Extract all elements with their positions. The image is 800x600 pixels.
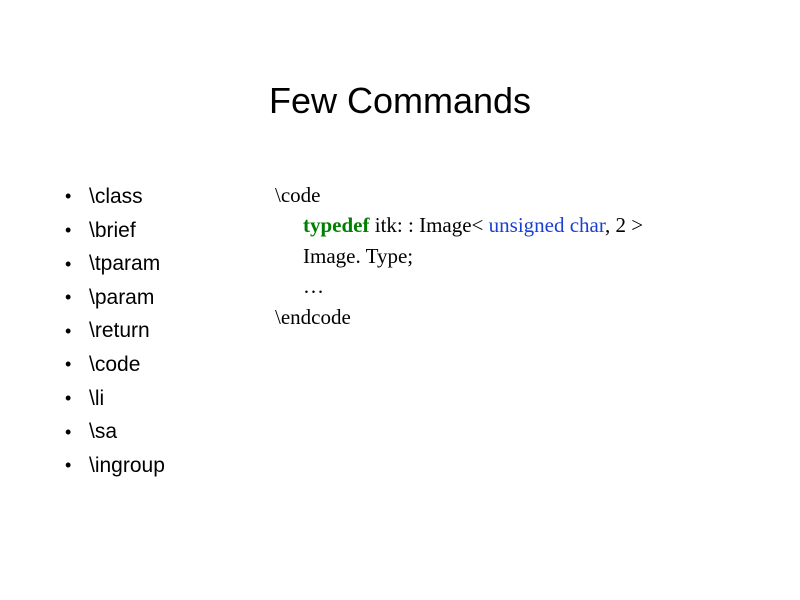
bullet-icon: •	[65, 451, 89, 480]
list-item: • \li	[65, 382, 275, 416]
list-item: • \class	[65, 180, 275, 214]
command-text: \brief	[89, 214, 136, 248]
code-line: Image. Type;	[275, 241, 643, 271]
list-item: • \tparam	[65, 247, 275, 281]
command-text: \sa	[89, 415, 117, 449]
command-text: \class	[89, 180, 143, 214]
list-item: • \code	[65, 348, 275, 382]
bullet-icon: •	[65, 283, 89, 312]
bullet-icon: •	[65, 250, 89, 279]
command-text: \li	[89, 382, 104, 416]
code-text: , 2 >	[605, 213, 643, 237]
bullet-icon: •	[65, 216, 89, 245]
command-text: \tparam	[89, 247, 160, 281]
command-text: \code	[89, 348, 140, 382]
command-text: \return	[89, 314, 150, 348]
bullet-icon: •	[65, 350, 89, 379]
list-item: • \sa	[65, 415, 275, 449]
code-line: typedef itk: : Image< unsigned char, 2 >	[275, 210, 643, 240]
list-item: • \param	[65, 281, 275, 315]
slide-title: Few Commands	[0, 80, 800, 122]
slide-content: • \class • \brief • \tparam • \param • \…	[65, 180, 643, 482]
list-item: • \ingroup	[65, 449, 275, 483]
code-open: \code	[275, 180, 643, 210]
list-item: • \brief	[65, 214, 275, 248]
list-item: • \return	[65, 314, 275, 348]
keyword-type: unsigned char	[489, 213, 605, 237]
command-text: \param	[89, 281, 154, 315]
code-text: itk: : Image<	[370, 213, 489, 237]
bullet-icon: •	[65, 182, 89, 211]
bullet-icon: •	[65, 317, 89, 346]
code-ellipsis: …	[275, 271, 643, 301]
bullet-icon: •	[65, 384, 89, 413]
command-text: \ingroup	[89, 449, 165, 483]
commands-list: • \class • \brief • \tparam • \param • \…	[65, 180, 275, 482]
keyword-typedef: typedef	[303, 213, 370, 237]
bullet-icon: •	[65, 418, 89, 447]
commands-list-column: • \class • \brief • \tparam • \param • \…	[65, 180, 275, 482]
code-close: \endcode	[275, 302, 643, 332]
code-example: \code typedef itk: : Image< unsigned cha…	[275, 180, 643, 332]
